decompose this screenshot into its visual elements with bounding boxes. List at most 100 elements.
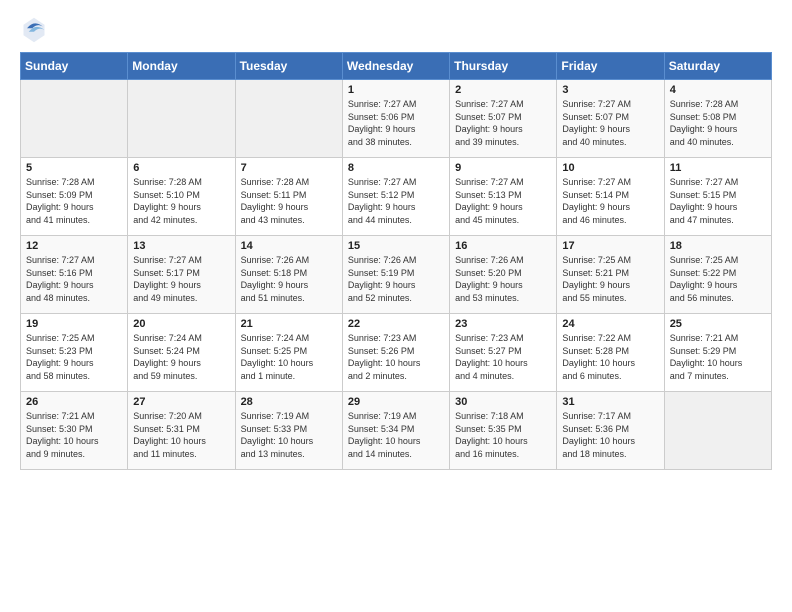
weekday-header-monday: Monday (128, 53, 235, 80)
day-number: 9 (455, 162, 551, 174)
calendar-week-4: 19 Sunrise: 7:25 AM Sunset: 5:23 PM Dayli… (21, 314, 772, 392)
day-number: 31 (562, 396, 658, 408)
calendar-cell: 28 Sunrise: 7:19 AM Sunset: 5:33 PM Dayli… (235, 392, 342, 470)
day-number: 26 (26, 396, 122, 408)
day-number: 6 (133, 162, 229, 174)
day-number: 21 (241, 318, 337, 330)
calendar-header: SundayMondayTuesdayWednesdayThursdayFrid… (21, 53, 772, 80)
day-info: Sunrise: 7:19 AM Sunset: 5:33 PM Dayligh… (241, 410, 337, 460)
calendar-cell: 21 Sunrise: 7:24 AM Sunset: 5:25 PM Dayli… (235, 314, 342, 392)
day-info: Sunrise: 7:28 AM Sunset: 5:11 PM Dayligh… (241, 176, 337, 226)
weekday-header-row: SundayMondayTuesdayWednesdayThursdayFrid… (21, 53, 772, 80)
day-number: 30 (455, 396, 551, 408)
calendar-cell: 14 Sunrise: 7:26 AM Sunset: 5:18 PM Dayli… (235, 236, 342, 314)
day-info: Sunrise: 7:24 AM Sunset: 5:25 PM Dayligh… (241, 332, 337, 382)
day-number: 29 (348, 396, 444, 408)
day-number: 14 (241, 240, 337, 252)
day-number: 4 (670, 84, 766, 96)
day-info: Sunrise: 7:25 AM Sunset: 5:23 PM Dayligh… (26, 332, 122, 382)
day-number: 19 (26, 318, 122, 330)
day-info: Sunrise: 7:27 AM Sunset: 5:12 PM Dayligh… (348, 176, 444, 226)
calendar-cell: 18 Sunrise: 7:25 AM Sunset: 5:22 PM Dayli… (664, 236, 771, 314)
day-number: 23 (455, 318, 551, 330)
day-number: 13 (133, 240, 229, 252)
calendar-cell: 3Sunrise: 7:27 AM Sunset: 5:07 PM Daylig… (557, 80, 664, 158)
calendar-cell: 1 Sunrise: 7:27 AM Sunset: 5:06 PM Daylig… (342, 80, 449, 158)
calendar-cell: 23 Sunrise: 7:23 AM Sunset: 5:27 PM Dayli… (450, 314, 557, 392)
day-info: Sunrise: 7:22 AM Sunset: 5:28 PM Dayligh… (562, 332, 658, 382)
day-info: Sunrise: 7:25 AM Sunset: 5:22 PM Dayligh… (670, 254, 766, 304)
calendar-cell: 16Sunrise: 7:26 AM Sunset: 5:20 PM Dayli… (450, 236, 557, 314)
calendar-cell: 6 Sunrise: 7:28 AM Sunset: 5:10 PM Daylig… (128, 158, 235, 236)
calendar-cell (128, 80, 235, 158)
day-number: 12 (26, 240, 122, 252)
calendar-cell: 17 Sunrise: 7:25 AM Sunset: 5:21 PM Dayli… (557, 236, 664, 314)
page-container: SundayMondayTuesdayWednesdayThursdayFrid… (0, 0, 792, 480)
calendar-cell: 15Sunrise: 7:26 AM Sunset: 5:19 PM Dayli… (342, 236, 449, 314)
day-info: Sunrise: 7:24 AM Sunset: 5:24 PM Dayligh… (133, 332, 229, 382)
calendar-cell: 10Sunrise: 7:27 AM Sunset: 5:14 PM Dayli… (557, 158, 664, 236)
calendar-cell: 22 Sunrise: 7:23 AM Sunset: 5:26 PM Dayli… (342, 314, 449, 392)
calendar-cell: 5Sunrise: 7:28 AM Sunset: 5:09 PM Daylig… (21, 158, 128, 236)
calendar-cell: 25Sunrise: 7:21 AM Sunset: 5:29 PM Dayli… (664, 314, 771, 392)
day-number: 7 (241, 162, 337, 174)
day-number: 18 (670, 240, 766, 252)
calendar-cell: 9 Sunrise: 7:27 AM Sunset: 5:13 PM Daylig… (450, 158, 557, 236)
calendar-week-3: 12 Sunrise: 7:27 AM Sunset: 5:16 PM Dayli… (21, 236, 772, 314)
calendar-cell: 26 Sunrise: 7:21 AM Sunset: 5:30 PM Dayli… (21, 392, 128, 470)
weekday-header-thursday: Thursday (450, 53, 557, 80)
day-info: Sunrise: 7:27 AM Sunset: 5:15 PM Dayligh… (670, 176, 766, 226)
calendar-cell: 29 Sunrise: 7:19 AM Sunset: 5:34 PM Dayli… (342, 392, 449, 470)
weekday-header-saturday: Saturday (664, 53, 771, 80)
day-info: Sunrise: 7:27 AM Sunset: 5:16 PM Dayligh… (26, 254, 122, 304)
day-number: 22 (348, 318, 444, 330)
calendar-cell: 19 Sunrise: 7:25 AM Sunset: 5:23 PM Dayli… (21, 314, 128, 392)
header (20, 16, 772, 44)
calendar-cell: 12 Sunrise: 7:27 AM Sunset: 5:16 PM Dayli… (21, 236, 128, 314)
calendar-cell: 24 Sunrise: 7:22 AM Sunset: 5:28 PM Dayli… (557, 314, 664, 392)
day-info: Sunrise: 7:26 AM Sunset: 5:19 PM Dayligh… (348, 254, 444, 304)
day-number: 8 (348, 162, 444, 174)
day-info: Sunrise: 7:23 AM Sunset: 5:27 PM Dayligh… (455, 332, 551, 382)
day-number: 28 (241, 396, 337, 408)
weekday-header-sunday: Sunday (21, 53, 128, 80)
day-info: Sunrise: 7:27 AM Sunset: 5:17 PM Dayligh… (133, 254, 229, 304)
day-number: 1 (348, 84, 444, 96)
day-info: Sunrise: 7:26 AM Sunset: 5:18 PM Dayligh… (241, 254, 337, 304)
day-info: Sunrise: 7:27 AM Sunset: 5:07 PM Dayligh… (455, 98, 551, 148)
weekday-header-tuesday: Tuesday (235, 53, 342, 80)
calendar-cell: 7 Sunrise: 7:28 AM Sunset: 5:11 PM Daylig… (235, 158, 342, 236)
logo (20, 16, 52, 44)
day-info: Sunrise: 7:19 AM Sunset: 5:34 PM Dayligh… (348, 410, 444, 460)
calendar-week-2: 5Sunrise: 7:28 AM Sunset: 5:09 PM Daylig… (21, 158, 772, 236)
calendar-cell (664, 392, 771, 470)
calendar-week-5: 26 Sunrise: 7:21 AM Sunset: 5:30 PM Dayli… (21, 392, 772, 470)
day-info: Sunrise: 7:27 AM Sunset: 5:06 PM Dayligh… (348, 98, 444, 148)
day-info: Sunrise: 7:26 AM Sunset: 5:20 PM Dayligh… (455, 254, 551, 304)
day-info: Sunrise: 7:28 AM Sunset: 5:10 PM Dayligh… (133, 176, 229, 226)
calendar-cell: 11 Sunrise: 7:27 AM Sunset: 5:15 PM Dayli… (664, 158, 771, 236)
calendar-cell: 8 Sunrise: 7:27 AM Sunset: 5:12 PM Daylig… (342, 158, 449, 236)
calendar-cell (21, 80, 128, 158)
calendar-cell: 30Sunrise: 7:18 AM Sunset: 5:35 PM Dayli… (450, 392, 557, 470)
day-number: 10 (562, 162, 658, 174)
day-number: 11 (670, 162, 766, 174)
day-number: 20 (133, 318, 229, 330)
day-info: Sunrise: 7:25 AM Sunset: 5:21 PM Dayligh… (562, 254, 658, 304)
calendar-table: SundayMondayTuesdayWednesdayThursdayFrid… (20, 52, 772, 470)
calendar-cell: 2Sunrise: 7:27 AM Sunset: 5:07 PM Daylig… (450, 80, 557, 158)
day-info: Sunrise: 7:23 AM Sunset: 5:26 PM Dayligh… (348, 332, 444, 382)
day-number: 5 (26, 162, 122, 174)
day-number: 24 (562, 318, 658, 330)
calendar-week-1: 1 Sunrise: 7:27 AM Sunset: 5:06 PM Daylig… (21, 80, 772, 158)
day-info: Sunrise: 7:21 AM Sunset: 5:30 PM Dayligh… (26, 410, 122, 460)
day-info: Sunrise: 7:17 AM Sunset: 5:36 PM Dayligh… (562, 410, 658, 460)
day-number: 27 (133, 396, 229, 408)
day-number: 25 (670, 318, 766, 330)
weekday-header-friday: Friday (557, 53, 664, 80)
calendar-cell: 31 Sunrise: 7:17 AM Sunset: 5:36 PM Dayli… (557, 392, 664, 470)
day-number: 17 (562, 240, 658, 252)
day-number: 3 (562, 84, 658, 96)
day-info: Sunrise: 7:27 AM Sunset: 5:13 PM Dayligh… (455, 176, 551, 226)
calendar-cell: 27Sunrise: 7:20 AM Sunset: 5:31 PM Dayli… (128, 392, 235, 470)
